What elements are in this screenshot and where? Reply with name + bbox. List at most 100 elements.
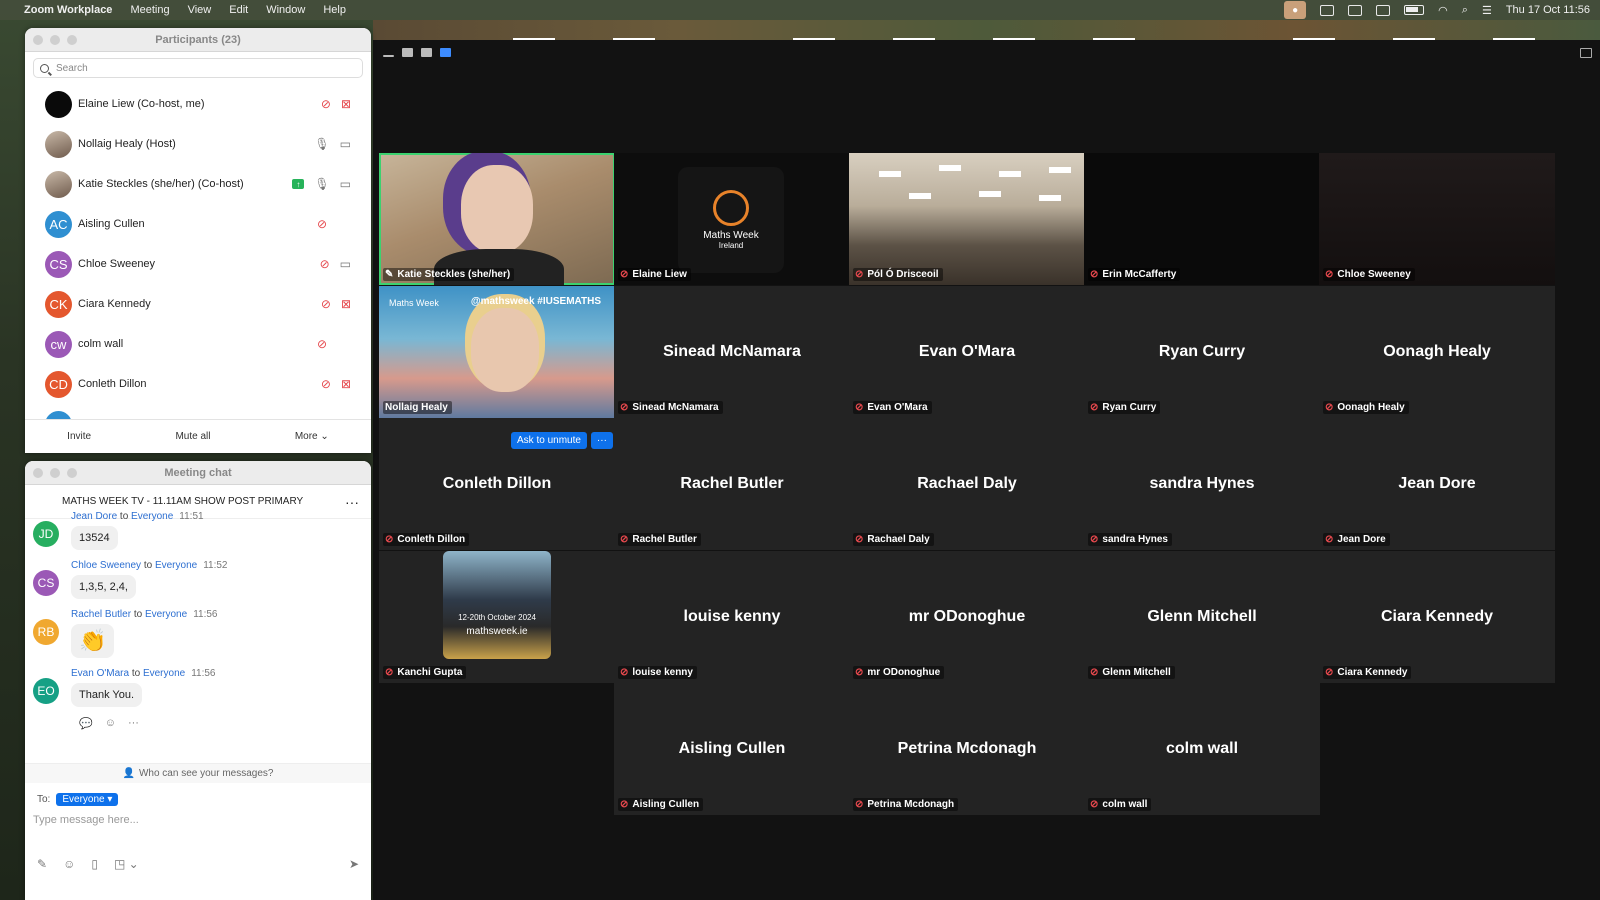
video-tile[interactable]: Aisling Cullen ⊘ Aisling Cullen (614, 683, 850, 815)
video-icon[interactable]: ▭ (340, 137, 351, 151)
more-button[interactable]: More ⌄ (287, 428, 337, 445)
fullscreen-icon[interactable] (1580, 48, 1592, 58)
gallery-layout-icon[interactable] (440, 48, 451, 57)
menu-edit[interactable]: Edit (229, 4, 248, 16)
video-off-icon[interactable]: ⊠ (341, 97, 351, 111)
video-off-icon[interactable]: ⊠ (341, 417, 351, 419)
mute-all-button[interactable]: Mute all (167, 428, 218, 445)
close-window-button[interactable] (33, 35, 43, 45)
send-icon[interactable]: ➤ (349, 857, 359, 871)
mic-muted-icon[interactable]: ⊘ (320, 257, 330, 271)
wifi-icon[interactable]: ◠ (1438, 4, 1448, 17)
screenshot-icon[interactable]: ◳ ⌄ (114, 857, 139, 871)
menu-app-name[interactable]: Zoom Workplace (24, 4, 112, 16)
participant-row[interactable]: AC Aisling Cullen ⊘ (25, 204, 371, 244)
mic-muted-icon[interactable]: ⊘ (321, 377, 331, 391)
recipient-name[interactable]: Everyone (143, 668, 185, 679)
mic-muted-icon[interactable]: ⊘ (317, 337, 327, 351)
participant-row[interactable]: EM Erin McCafferty⊘ ⊠ (25, 404, 371, 419)
sender-name[interactable]: Evan O'Mara (71, 668, 129, 679)
menu-help[interactable]: Help (323, 4, 346, 16)
zoom-status-icon[interactable] (1320, 4, 1335, 16)
emoji-icon[interactable]: ☺ (63, 857, 75, 871)
react-icon[interactable]: ☺ (105, 717, 116, 730)
recipient-name[interactable]: Everyone (155, 560, 197, 571)
participant-row[interactable]: CS Chloe Sweeney ⊘ ▭ (25, 244, 371, 284)
minimize-chat-button[interactable] (50, 468, 60, 478)
chat-messages[interactable]: JD Jean Dore to Everyone 11:51 13524 CS Chloe… (25, 501, 371, 763)
menu-meeting[interactable]: Meeting (130, 4, 169, 16)
video-tile[interactable]: ⊘ Pól Ó Drisceoil (849, 153, 1085, 285)
chat-message[interactable]: CS Chloe Sweeney to Everyone 11:52 1,3,5, 2… (33, 560, 371, 599)
video-tile[interactable]: Maths Week @mathsweek #IUSEMATHS Nollaig H… (379, 286, 615, 418)
menu-view[interactable]: View (188, 4, 212, 16)
sender-name[interactable]: Chloe Sweeney (71, 560, 141, 571)
invite-button[interactable]: Invite (59, 428, 99, 445)
video-tile[interactable]: Evan O'Mara ⊘ Evan O'Mara (849, 286, 1085, 418)
participant-row[interactable]: cw colm wall ⊘ (25, 324, 371, 364)
video-tile[interactable]: Rachael Daly ⊘ Rachael Daly (849, 418, 1085, 550)
video-tile[interactable]: Glenn Mitchell ⊘ Glenn Mitchell (1084, 551, 1320, 683)
minimize-layout-icon[interactable] (383, 55, 394, 57)
video-tile[interactable]: ✎ Katie Steckles (she/her) (379, 153, 615, 285)
display-icon[interactable] (1376, 4, 1391, 16)
video-tile[interactable]: louise kenny ⊘ louise kenny (614, 551, 850, 683)
zoom-window-button[interactable] (67, 35, 77, 45)
mic-muted-icon[interactable]: ⊘ (321, 417, 331, 419)
video-icon[interactable]: ▭ (340, 177, 351, 191)
battery-icon[interactable] (1404, 5, 1425, 15)
who-can-see[interactable]: 👤 Who can see your messages? (25, 763, 371, 783)
mic-icon[interactable]: 🎙 (314, 137, 329, 151)
menu-window[interactable]: Window (266, 4, 305, 16)
sender-name[interactable]: Rachel Butler (71, 609, 131, 620)
video-icon[interactable]: ▭ (340, 257, 351, 271)
mic-muted-icon[interactable]: ⊘ (321, 97, 331, 111)
video-tile[interactable]: Maths Week Ireland ⊘ Elaine Liew (614, 153, 850, 285)
speaker-layout-icon[interactable] (402, 48, 413, 57)
recipient-name[interactable]: Everyone (131, 511, 173, 522)
video-tile[interactable]: 12-20th October 2024 mathsweek.ie ⊘ Kanchi … (379, 551, 615, 683)
video-tile[interactable]: colm wall ⊘ colm wall (1084, 683, 1320, 815)
participant-row[interactable]: Elaine Liew (Co-host, me) ⊘ ⊠ (25, 84, 371, 124)
close-chat-button[interactable] (33, 468, 43, 478)
minimize-window-button[interactable] (50, 35, 60, 45)
video-tile[interactable]: Oonagh Healy ⊘ Oonagh Healy (1319, 286, 1555, 418)
video-tile[interactable]: ⊘ Chloe Sweeney (1319, 153, 1555, 285)
screen-share-icon[interactable] (1348, 4, 1363, 16)
stacked-layout-icon[interactable] (421, 48, 432, 57)
chat-message[interactable]: EO Evan O'Mara to Everyone 11:56 Thank You. (33, 668, 371, 707)
message-input[interactable]: Type message here... (25, 806, 371, 850)
video-tile[interactable]: sandra Hynes ⊘ sandra Hynes (1084, 418, 1320, 550)
video-off-icon[interactable]: ⊠ (341, 377, 351, 391)
participant-row[interactable]: CK Ciara Kennedy ⊘ ⊠ (25, 284, 371, 324)
mic-muted-icon[interactable]: ⊘ (321, 297, 331, 311)
ask-to-unmute-button[interactable]: Ask to unmute (511, 432, 587, 449)
file-icon[interactable]: ▯ (91, 857, 98, 871)
recipient-name[interactable]: Everyone (145, 609, 187, 620)
spotlight-search-icon[interactable]: ⌕ (1462, 4, 1468, 17)
format-icon[interactable]: ✎ (37, 857, 47, 871)
chat-message[interactable]: JD Jean Dore to Everyone 11:51 13524 (33, 511, 371, 550)
video-tile[interactable]: Sinead McNamara ⊘ Sinead McNamara (614, 286, 850, 418)
mic-icon[interactable]: 🎙 (314, 177, 329, 191)
video-tile[interactable]: Petrina Mcdonagh ⊘ Petrina Mcdonagh (849, 683, 1085, 815)
recipient-select[interactable]: Everyone ▾ (56, 793, 119, 806)
video-tile[interactable]: mr ODonoghue ⊘ mr ODonoghue (849, 551, 1085, 683)
control-center-icon[interactable]: ☰ (1482, 4, 1492, 17)
video-off-icon[interactable]: ⊠ (341, 297, 351, 311)
video-tile[interactable]: Jean Dore ⊘ Jean Dore (1319, 418, 1555, 550)
participant-row[interactable]: CD Conleth Dillon ⊘ ⊠ (25, 364, 371, 404)
mic-status-icon[interactable]: ● (1284, 1, 1307, 19)
video-tile[interactable]: Ciara Kennedy ⊘ Ciara Kennedy (1319, 551, 1555, 683)
mic-muted-icon[interactable]: ⊘ (317, 217, 327, 231)
video-tile[interactable]: ⊘ Erin McCafferty (1084, 153, 1320, 285)
sender-name[interactable]: Jean Dore (71, 511, 117, 522)
reply-icon[interactable]: 💬 (79, 717, 93, 730)
chat-message[interactable]: RB Rachel Butler to Everyone 11:56 👏 (33, 609, 371, 658)
search-input[interactable]: Search (56, 63, 88, 74)
message-more-icon[interactable]: ··· (128, 717, 139, 730)
participant-row[interactable]: Nollaig Healy (Host) 🎙 ▭ (25, 124, 371, 164)
video-tile[interactable]: Rachel Butler ⊘ Rachel Butler (614, 418, 850, 550)
video-tile[interactable]: Ryan Curry ⊘ Ryan Curry (1084, 286, 1320, 418)
participant-search[interactable]: Search (33, 58, 363, 78)
